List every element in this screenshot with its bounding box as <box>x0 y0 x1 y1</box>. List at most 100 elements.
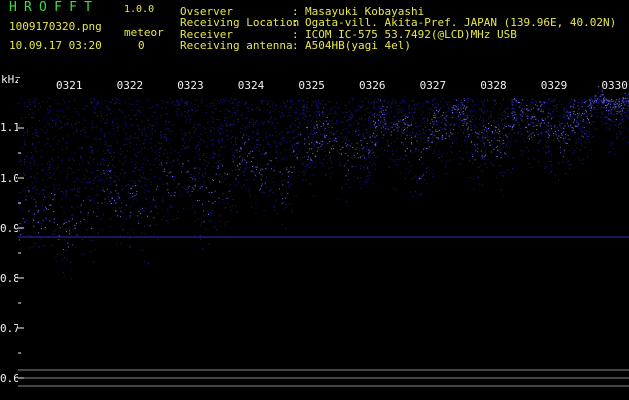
spectrogram-pixel <box>421 175 423 177</box>
spectrogram-pixel <box>300 133 302 135</box>
spectrogram-pixel <box>232 155 234 157</box>
spectrogram-pixel <box>570 125 572 127</box>
spectrogram-pixel <box>608 110 610 112</box>
spectrogram-pixel <box>345 107 347 109</box>
spectrogram-pixel <box>511 138 513 140</box>
spectrogram-pixel <box>552 130 554 132</box>
spectrogram-pixel <box>203 153 205 154</box>
spectrogram-pixel <box>576 121 578 123</box>
spectrogram-pixel <box>47 186 49 188</box>
spectrogram-pixel <box>447 111 449 113</box>
spectrogram-pixel <box>456 117 458 119</box>
spectrogram-pixel <box>618 127 620 128</box>
spectrogram-pixel <box>35 243 37 244</box>
spectrogram-pixel <box>622 110 623 112</box>
spectrogram-pixel <box>607 104 608 106</box>
spectrogram-pixel <box>466 115 468 117</box>
spectrogram-pixel <box>472 118 473 120</box>
spectrogram-pixel <box>356 120 358 122</box>
spectrogram-pixel <box>144 177 146 179</box>
spectrogram-pixel <box>109 226 111 228</box>
spectrogram-pixel <box>134 171 136 173</box>
spectrogram-pixel <box>61 198 63 200</box>
spectrogram-pixel <box>195 148 197 150</box>
spectrogram-pixel <box>230 142 232 144</box>
spectrogram-pixel <box>177 159 179 161</box>
spectrogram-pixel <box>490 151 492 153</box>
spectrogram-pixel <box>416 132 418 134</box>
spectrogram-pixel <box>149 163 151 165</box>
spectrogram-pixel <box>463 113 465 114</box>
spectrogram-pixel <box>82 129 84 131</box>
spectrogram-pixel <box>557 138 558 140</box>
spectrogram-pixel <box>395 105 397 107</box>
spectrogram-pixel <box>600 102 602 104</box>
spectrogram-pixel <box>19 204 21 206</box>
spectrogram-pixel <box>472 163 474 165</box>
spectrogram-pixel <box>432 126 434 128</box>
spectrogram-pixel <box>49 123 50 125</box>
spectrogram-pixel <box>533 158 535 160</box>
spectrogram-pixel <box>170 161 172 163</box>
spectrogram-pixel <box>471 117 473 119</box>
spectrogram-pixel <box>621 120 623 122</box>
spectrogram-pixel <box>346 168 348 170</box>
spectrogram-pixel <box>384 101 386 103</box>
spectrogram-pixel <box>336 122 337 124</box>
spectrogram-pixel <box>252 124 254 125</box>
spectrogram-pixel <box>554 108 556 110</box>
spectrogram-pixel <box>400 157 402 159</box>
spectrogram-pixel <box>517 132 519 134</box>
spectrogram-pixel <box>51 158 53 160</box>
spectrogram-pixel <box>396 127 398 129</box>
spectrogram-pixel <box>548 112 550 114</box>
spectrogram-pixel <box>503 98 505 100</box>
spectrogram-pixel <box>334 111 336 113</box>
spectrogram-pixel <box>465 98 467 100</box>
spectrogram-pixel <box>406 155 408 157</box>
spectrogram-pixel <box>18 239 20 241</box>
spectrogram-pixel <box>542 147 544 149</box>
spectrogram-pixel <box>577 114 579 116</box>
spectrogram-pixel <box>432 176 434 178</box>
spectrogram-pixel <box>361 144 363 146</box>
spectrogram-pixel <box>408 106 410 108</box>
spectrogram-pixel <box>423 133 425 135</box>
spectrogram-pixel <box>341 186 343 188</box>
spectrogram-pixel <box>411 142 412 144</box>
spectrogram-pixel <box>475 118 477 120</box>
spectrogram-pixel <box>238 121 240 123</box>
spectrogram-pixel <box>56 261 57 263</box>
spectrogram-pixel <box>356 110 358 112</box>
spectrogram-pixel <box>239 164 241 165</box>
spectrogram-pixel <box>259 109 261 111</box>
spectrogram-pixel <box>392 101 394 103</box>
spectrogram-pixel <box>132 228 134 230</box>
spectrogram-pixel <box>445 117 447 119</box>
spectrogram-pixel <box>124 122 126 124</box>
spectrogram-pixel <box>308 155 310 157</box>
spectrogram-pixel <box>178 102 179 104</box>
x-tick-label: 0330 <box>601 79 628 92</box>
spectrogram-pixel <box>374 107 376 109</box>
spectrogram-pixel <box>331 113 333 115</box>
spectrogram-pixel <box>336 113 338 115</box>
spectrogram-pixel <box>307 119 309 121</box>
spectrogram-pixel <box>277 123 279 124</box>
spectrogram-pixel <box>124 161 126 163</box>
spectrogram-pixel <box>310 120 312 122</box>
spectrogram-pixel <box>68 159 70 161</box>
spectrogram-pixel <box>262 123 264 125</box>
spectrogram-pixel <box>618 101 620 103</box>
spectrogram-pixel <box>229 183 231 185</box>
spectrogram-pixel <box>320 126 322 127</box>
spectrogram-pixel <box>239 101 241 103</box>
spectrogram-pixel <box>172 101 174 103</box>
spectrogram-pixel <box>606 102 607 104</box>
spectrogram-pixel <box>280 116 282 118</box>
spectrogram-pixel <box>384 99 386 101</box>
spectrogram-pixel <box>564 137 566 139</box>
spectrogram-pixel <box>97 202 99 204</box>
spectrogram-pixel <box>103 150 105 152</box>
spectrogram-pixel <box>203 210 205 212</box>
